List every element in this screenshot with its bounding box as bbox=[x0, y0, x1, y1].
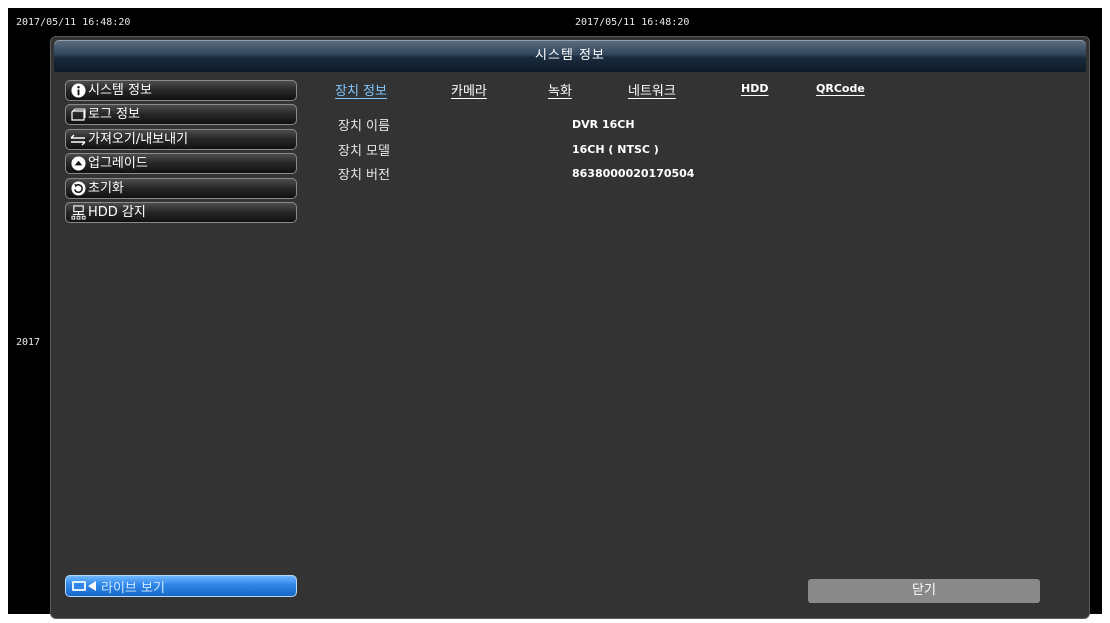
sidebar-item-reset[interactable]: 초기화 bbox=[65, 178, 297, 199]
live-view-button[interactable]: 라이브 보기 bbox=[65, 575, 297, 597]
sidebar-item-hdd-detect[interactable]: HDD 감지 bbox=[65, 202, 297, 223]
sidebar-item-label: 초기화 bbox=[88, 181, 124, 196]
tab-hdd[interactable]: HDD bbox=[741, 82, 768, 95]
log-icon bbox=[70, 107, 86, 123]
timestamp-side: 2017 bbox=[16, 337, 41, 348]
sidebar-item-label: 시스템 정보 bbox=[88, 83, 152, 98]
hdd-icon bbox=[70, 205, 86, 221]
tab-network[interactable]: 네트워크 bbox=[628, 80, 676, 99]
upgrade-icon bbox=[70, 156, 86, 172]
tab-camera[interactable]: 카메라 bbox=[451, 80, 487, 99]
tab-recording[interactable]: 녹화 bbox=[548, 80, 572, 99]
sidebar-item-upgrade[interactable]: 업그레이드 bbox=[65, 153, 297, 174]
live-view-label: 라이브 보기 bbox=[101, 580, 165, 596]
window-title: 시스템 정보 bbox=[54, 40, 1086, 72]
reset-icon bbox=[70, 181, 86, 197]
tab-device-info[interactable]: 장치 정보 bbox=[335, 80, 387, 99]
sidebar-item-label: HDD 감지 bbox=[88, 205, 146, 220]
live-view-icon bbox=[72, 580, 98, 592]
device-model-value: 16CH ( NTSC ) bbox=[572, 143, 659, 156]
device-model-label: 장치 모델 bbox=[338, 144, 390, 159]
sidebar-item-system-info[interactable]: 시스템 정보 bbox=[65, 80, 297, 101]
device-version-value: 8638000020170504 bbox=[572, 167, 695, 180]
timestamp-center: 2017/05/11 16:48:20 bbox=[575, 17, 690, 28]
screen: 2017/05/11 16:48:20 2017/05/11 16:48:20 … bbox=[8, 8, 1102, 619]
device-version-label: 장치 버전 bbox=[338, 168, 390, 183]
timestamp-left: 2017/05/11 16:48:20 bbox=[16, 17, 131, 28]
info-icon bbox=[70, 83, 86, 99]
device-name-label: 장치 이름 bbox=[338, 119, 390, 134]
import-export-icon bbox=[70, 132, 86, 148]
sidebar-item-label: 로그 정보 bbox=[88, 107, 140, 122]
system-info-window: 시스템 정보 시스템 정보 로그 정보 가져오기/내보내기 업그레이드 초기화 … bbox=[50, 36, 1090, 619]
sidebar-item-label: 업그레이드 bbox=[88, 156, 148, 171]
device-name-value: DVR 16CH bbox=[572, 118, 635, 131]
close-button[interactable]: 닫기 bbox=[808, 579, 1040, 603]
sidebar-item-label: 가져오기/내보내기 bbox=[88, 132, 189, 147]
tab-qrcode[interactable]: QRCode bbox=[816, 82, 865, 95]
sidebar-item-import-export[interactable]: 가져오기/내보내기 bbox=[65, 129, 297, 150]
sidebar-item-log-info[interactable]: 로그 정보 bbox=[65, 104, 297, 125]
